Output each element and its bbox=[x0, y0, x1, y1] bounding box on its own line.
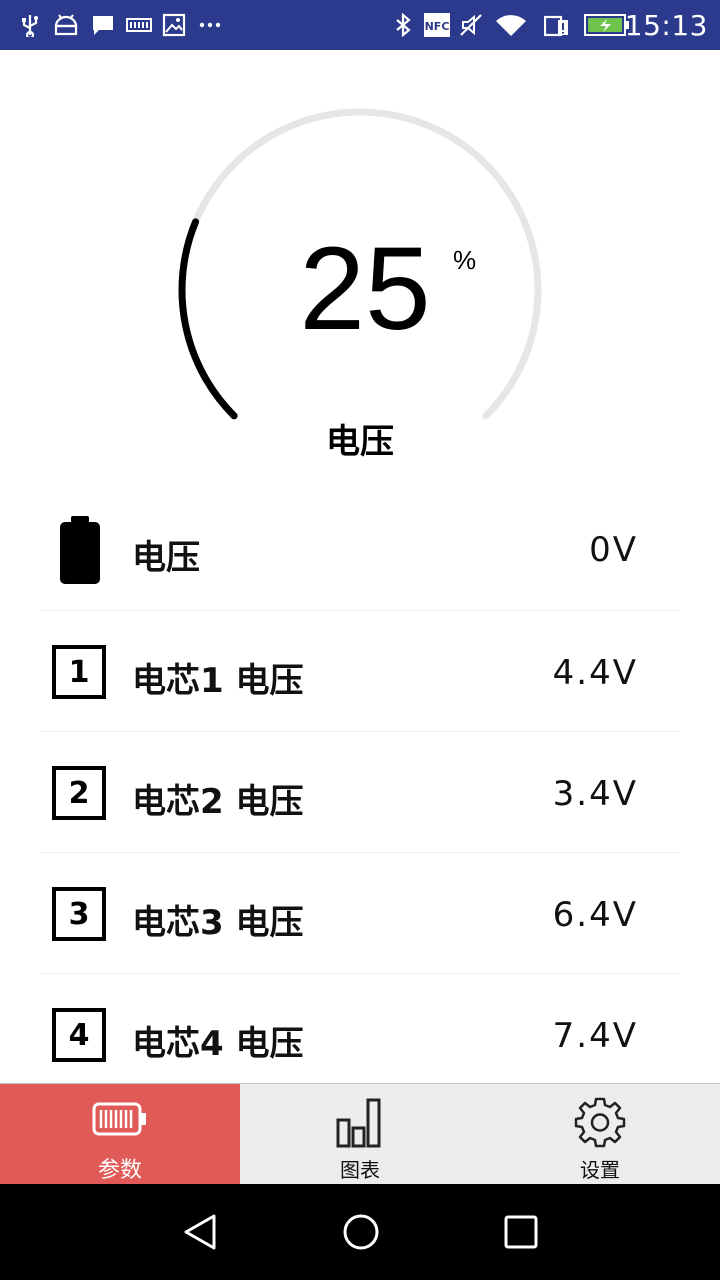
status-bar: NFC 15:13 bbox=[0, 0, 720, 50]
list-item-cell-3[interactable]: 3 电芯3 电压 6.4V bbox=[40, 853, 680, 974]
clock: 15:13 bbox=[624, 9, 708, 42]
tab-parameters[interactable]: 参数 bbox=[0, 1084, 240, 1184]
row-value: 7.4V bbox=[552, 1016, 638, 1056]
row-label: 电芯1 电压 bbox=[132, 661, 304, 701]
list-item-total-voltage[interactable]: 电压 0V bbox=[40, 490, 680, 611]
bottom-tab-bar: 参数 图表 设置 bbox=[0, 1083, 720, 1184]
number-3-icon: 3 bbox=[52, 887, 106, 941]
row-label: 电芯2 电压 bbox=[132, 782, 304, 822]
tab-label: 设置 bbox=[580, 1158, 620, 1182]
row-value: 4.4V bbox=[552, 653, 638, 693]
usb-icon bbox=[20, 13, 40, 37]
row-label: 电芯4 电压 bbox=[132, 1024, 304, 1064]
keyboard-icon bbox=[126, 13, 152, 37]
row-value: 3.4V bbox=[552, 774, 638, 814]
recents-icon[interactable] bbox=[501, 1212, 541, 1256]
list-item-cell-2[interactable]: 2 电芯2 电压 3.4V bbox=[40, 732, 680, 853]
tab-label: 图表 bbox=[340, 1158, 380, 1182]
voltage-list: 电压 0V 1 电芯1 电压 4.4V 2 电芯2 电压 3.4V 3 电芯3 … bbox=[40, 490, 680, 1095]
row-label: 电芯3 电压 bbox=[132, 903, 304, 943]
sim-icon bbox=[544, 13, 570, 37]
bluetooth-icon bbox=[392, 13, 414, 37]
svg-text:NFC: NFC bbox=[425, 20, 450, 33]
battery-icon bbox=[92, 1102, 148, 1140]
gauge-value: 25 bbox=[299, 223, 431, 355]
home-icon[interactable] bbox=[341, 1212, 381, 1256]
wifi-icon bbox=[494, 13, 528, 37]
battery-charging-icon bbox=[584, 13, 630, 37]
gear-icon bbox=[574, 1096, 626, 1152]
nfc-icon: NFC bbox=[424, 13, 450, 37]
image-icon bbox=[162, 13, 186, 37]
tab-settings[interactable]: 设置 bbox=[480, 1084, 720, 1184]
row-value: 6.4V bbox=[552, 895, 638, 935]
number-2-icon: 2 bbox=[52, 766, 106, 820]
battery-icon bbox=[58, 516, 102, 588]
android-icon bbox=[52, 13, 80, 37]
voltage-gauge: 25 % 电压 bbox=[0, 50, 720, 490]
back-icon[interactable] bbox=[180, 1212, 220, 1256]
gauge-label: 电压 bbox=[326, 422, 394, 462]
more-dots-icon bbox=[198, 13, 222, 37]
tab-label: 参数 bbox=[97, 1158, 142, 1183]
muted-icon bbox=[459, 13, 485, 37]
bar-chart-icon bbox=[335, 1096, 385, 1152]
list-item-cell-1[interactable]: 1 电芯1 电压 4.4V bbox=[40, 611, 680, 732]
message-icon bbox=[91, 13, 115, 37]
list-item-cell-4[interactable]: 4 电芯4 电压 7.4V bbox=[40, 974, 680, 1095]
number-1-icon: 1 bbox=[52, 645, 106, 699]
number-4-icon: 4 bbox=[52, 1008, 106, 1062]
tab-chart[interactable]: 图表 bbox=[240, 1084, 480, 1184]
gauge-unit: % bbox=[453, 245, 477, 275]
system-navigation-bar bbox=[0, 1184, 720, 1280]
row-value: 0V bbox=[589, 530, 638, 570]
row-label: 电压 bbox=[132, 538, 200, 578]
